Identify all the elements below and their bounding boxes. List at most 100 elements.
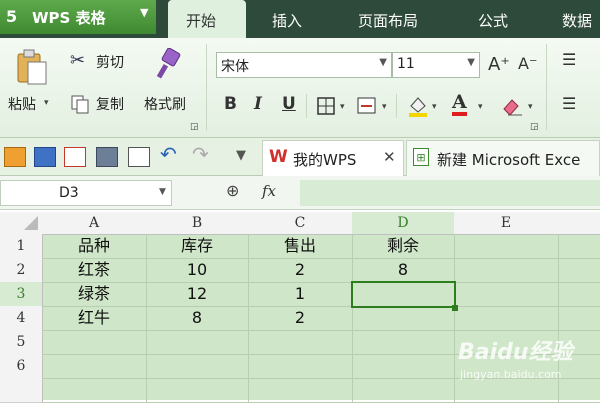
cell-d6[interactable] bbox=[352, 354, 455, 379]
row-header-1[interactable]: 1 bbox=[0, 234, 43, 259]
align-left-icon[interactable]: ☰ bbox=[562, 94, 576, 113]
cell-b3[interactable]: 12 bbox=[146, 282, 249, 307]
cell-a2[interactable]: 红茶 bbox=[42, 258, 147, 283]
column-header-a[interactable]: A bbox=[42, 212, 147, 235]
cell-e3[interactable] bbox=[454, 282, 559, 307]
copy-button[interactable]: 复制 bbox=[96, 94, 124, 114]
cell-d7[interactable] bbox=[352, 378, 455, 403]
cell-c1[interactable]: 售出 bbox=[248, 234, 353, 259]
row-header-2[interactable]: 2 bbox=[0, 258, 43, 283]
print-preview-icon[interactable] bbox=[128, 147, 150, 167]
column-header-f[interactable] bbox=[558, 212, 600, 235]
paste-dropdown-icon[interactable]: ▾ bbox=[44, 98, 49, 108]
font-color-dropdown-icon[interactable]: ▾ bbox=[478, 102, 483, 112]
cell-a5[interactable] bbox=[42, 330, 147, 355]
cell-b4[interactable]: 8 bbox=[146, 306, 249, 331]
fill-color-icon[interactable] bbox=[406, 94, 430, 118]
column-header-e[interactable]: E bbox=[454, 212, 559, 235]
select-all-corner[interactable] bbox=[0, 212, 43, 235]
tab-data[interactable]: 数据 bbox=[562, 10, 592, 31]
row-header-3[interactable]: 3 bbox=[0, 282, 43, 307]
clear-format-dropdown-icon[interactable]: ▾ bbox=[528, 102, 533, 112]
toolbar-dropdown-icon[interactable]: ▼ bbox=[236, 148, 246, 163]
paste-icon[interactable] bbox=[14, 48, 50, 88]
merge-dropdown-icon[interactable]: ▾ bbox=[382, 102, 387, 112]
cell-a4[interactable]: 红牛 bbox=[42, 306, 147, 331]
cell-a1[interactable]: 品种 bbox=[42, 234, 147, 259]
border-dropdown-icon[interactable]: ▾ bbox=[340, 102, 345, 112]
open-icon[interactable] bbox=[4, 147, 26, 167]
spreadsheet-file-icon: ⊞ bbox=[413, 148, 429, 166]
cell-c6[interactable] bbox=[248, 354, 353, 379]
cell-c7[interactable] bbox=[248, 378, 353, 403]
bold-button[interactable]: B bbox=[224, 94, 237, 114]
cell-e2[interactable] bbox=[454, 258, 559, 283]
print-icon[interactable] bbox=[96, 147, 118, 167]
align-top-icon[interactable]: ☰ bbox=[562, 50, 576, 69]
clipboard-launcher-icon[interactable]: ◲ bbox=[190, 122, 199, 132]
cell-c5[interactable] bbox=[248, 330, 353, 355]
zoom-function-icon[interactable]: ⊕ bbox=[226, 181, 239, 200]
cut-button[interactable]: 剪切 bbox=[96, 52, 124, 72]
tab-insert[interactable]: 插入 bbox=[272, 10, 302, 31]
column-header-c[interactable]: C bbox=[248, 212, 353, 235]
cell-b5[interactable] bbox=[146, 330, 249, 355]
fill-handle[interactable] bbox=[452, 305, 458, 311]
close-icon[interactable]: ✕ bbox=[383, 148, 396, 166]
undo-icon[interactable]: ↶ bbox=[160, 142, 177, 166]
increase-font-icon[interactable]: A⁺ bbox=[488, 54, 510, 75]
paste-button[interactable]: 粘贴 bbox=[8, 94, 36, 114]
cell-d4[interactable] bbox=[352, 306, 455, 331]
tab-formulas[interactable]: 公式 bbox=[478, 10, 508, 31]
row-header-6[interactable]: 6 bbox=[0, 354, 43, 379]
cell-f2[interactable] bbox=[558, 258, 600, 283]
format-painter-icon[interactable] bbox=[152, 48, 182, 82]
cell-selection[interactable] bbox=[351, 281, 456, 308]
font-launcher-icon[interactable]: ◲ bbox=[530, 122, 539, 132]
cell-b7[interactable] bbox=[146, 378, 249, 403]
column-header-d[interactable]: D bbox=[352, 212, 455, 235]
menu-bar: 5 WPS 表格 ▼ 开始 插入 页面布局 公式 数据 bbox=[0, 0, 600, 38]
cell-b1[interactable]: 库存 bbox=[146, 234, 249, 259]
formula-input[interactable] bbox=[300, 180, 600, 206]
border-icon[interactable] bbox=[316, 96, 336, 116]
underline-button[interactable]: U bbox=[282, 94, 296, 114]
format-painter-button[interactable]: 格式刷 bbox=[144, 94, 186, 114]
cell-e1[interactable] bbox=[454, 234, 559, 259]
clear-format-icon[interactable] bbox=[500, 95, 524, 117]
cell-a7[interactable] bbox=[42, 378, 147, 403]
cell-f3[interactable] bbox=[558, 282, 600, 307]
decrease-font-icon[interactable]: A⁻ bbox=[518, 54, 537, 73]
cell-c2[interactable]: 2 bbox=[248, 258, 353, 283]
cell-c3[interactable]: 1 bbox=[248, 282, 353, 307]
cell-b6[interactable] bbox=[146, 354, 249, 379]
cell-a6[interactable] bbox=[42, 354, 147, 379]
doc-tab-new-workbook[interactable]: ⊞ 新建 Microsoft Exce bbox=[406, 140, 600, 176]
cell-d5[interactable] bbox=[352, 330, 455, 355]
name-box[interactable]: D3 ▼ bbox=[0, 180, 172, 206]
italic-button[interactable]: I bbox=[254, 94, 262, 114]
font-color-icon[interactable]: A bbox=[452, 92, 467, 116]
cell-d1[interactable]: 剩余 bbox=[352, 234, 455, 259]
merge-cells-icon[interactable] bbox=[356, 96, 378, 116]
doc-tab-my-wps[interactable]: W 我的WPS ✕ bbox=[262, 140, 404, 176]
fill-color-dropdown-icon[interactable]: ▾ bbox=[432, 102, 437, 112]
row-header-4[interactable]: 4 bbox=[0, 306, 43, 331]
cell-d2[interactable]: 8 bbox=[352, 258, 455, 283]
font-name-select[interactable]: 宋体 ▼ bbox=[216, 52, 392, 78]
tab-page-layout[interactable]: 页面布局 bbox=[358, 10, 418, 31]
fx-button[interactable]: fx bbox=[262, 182, 276, 200]
app-menu-button[interactable]: 5 WPS 表格 ▼ bbox=[0, 0, 156, 34]
cell-a3[interactable]: 绿茶 bbox=[42, 282, 147, 307]
tab-home[interactable]: 开始 bbox=[168, 0, 246, 38]
cell-f1[interactable] bbox=[558, 234, 600, 259]
cell-c4[interactable]: 2 bbox=[248, 306, 353, 331]
column-header-b[interactable]: B bbox=[146, 212, 249, 235]
export-pdf-icon[interactable] bbox=[64, 147, 86, 167]
row-header-5[interactable]: 5 bbox=[0, 330, 43, 355]
font-size-select[interactable]: 11 ▼ bbox=[392, 52, 480, 78]
cell-b2[interactable]: 10 bbox=[146, 258, 249, 283]
redo-icon[interactable]: ↷ bbox=[192, 142, 209, 166]
save-icon[interactable] bbox=[34, 147, 56, 167]
row-header-7[interactable] bbox=[0, 378, 43, 403]
